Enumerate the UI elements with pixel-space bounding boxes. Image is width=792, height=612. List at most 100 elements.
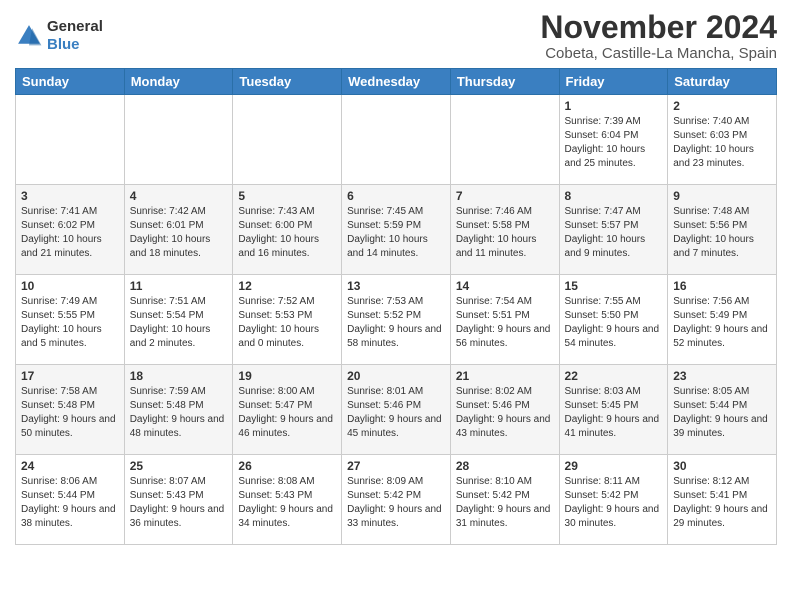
day-info: Sunrise: 8:01 AM Sunset: 5:46 PM Dayligh… [347,385,445,441]
calendar-cell: 3 Sunrise: 7:41 AM Sunset: 6:02 PM Daylig… [16,185,125,275]
day-info: Sunrise: 7:48 AM Sunset: 5:56 PM Dayligh… [673,205,771,261]
day-info: Sunrise: 7:41 AM Sunset: 6:02 PM Dayligh… [21,205,119,261]
logo-text: General Blue [47,18,103,54]
day-info: Sunrise: 8:07 AM Sunset: 5:43 PM Dayligh… [130,475,228,531]
day-info: Sunrise: 7:53 AM Sunset: 5:52 PM Dayligh… [347,295,445,351]
calendar-cell: 15 Sunrise: 7:55 AM Sunset: 5:50 PM Dayli… [559,275,668,365]
weekday-header: Saturday [668,69,777,95]
calendar-cell: 21 Sunrise: 8:02 AM Sunset: 5:46 PM Dayli… [450,365,559,455]
weekday-header: Friday [559,69,668,95]
calendar-cell: 4Sunrise: 7:42 AM Sunset: 6:01 PM Daylig… [124,185,233,275]
calendar-cell: 2 Sunrise: 7:40 AM Sunset: 6:03 PM Daylig… [668,95,777,185]
calendar-cell: 8 Sunrise: 7:47 AM Sunset: 5:57 PM Daylig… [559,185,668,275]
logo: General Blue [15,18,103,54]
day-number: 5 [238,189,336,203]
logo-blue: Blue [47,36,103,54]
calendar-week-row: 10 Sunrise: 7:49 AM Sunset: 5:55 PM Dayli… [16,275,777,365]
day-info: Sunrise: 7:40 AM Sunset: 6:03 PM Dayligh… [673,115,771,171]
page-subtitle: Cobeta, Castille-La Mancha, Spain [540,45,777,62]
day-number: 15 [565,279,663,293]
day-info: Sunrise: 8:00 AM Sunset: 5:47 PM Dayligh… [238,385,336,441]
calendar-cell: 23Sunrise: 8:05 AM Sunset: 5:44 PM Dayli… [668,365,777,455]
calendar-cell: 28Sunrise: 8:10 AM Sunset: 5:42 PM Dayli… [450,455,559,545]
weekday-header: Sunday [16,69,125,95]
calendar-header: SundayMondayTuesdayWednesdayThursdayFrid… [16,69,777,95]
calendar-cell: 16Sunrise: 7:56 AM Sunset: 5:49 PM Dayli… [668,275,777,365]
calendar-cell: 29Sunrise: 8:11 AM Sunset: 5:42 PM Dayli… [559,455,668,545]
calendar-cell: 17Sunrise: 7:58 AM Sunset: 5:48 PM Dayli… [16,365,125,455]
calendar-cell: 13 Sunrise: 7:53 AM Sunset: 5:52 PM Dayli… [342,275,451,365]
calendar-cell: 5 Sunrise: 7:43 AM Sunset: 6:00 PM Daylig… [233,185,342,275]
calendar-cell [450,95,559,185]
day-info: Sunrise: 7:47 AM Sunset: 5:57 PM Dayligh… [565,205,663,261]
calendar-cell: 20 Sunrise: 8:01 AM Sunset: 5:46 PM Dayli… [342,365,451,455]
day-number: 19 [238,369,336,383]
calendar-cell: 7 Sunrise: 7:46 AM Sunset: 5:58 PM Daylig… [450,185,559,275]
page: General Blue November 2024 Cobeta, Casti… [0,0,792,555]
day-number: 22 [565,369,663,383]
calendar-week-row: 17Sunrise: 7:58 AM Sunset: 5:48 PM Dayli… [16,365,777,455]
day-number: 8 [565,189,663,203]
day-number: 1 [565,99,663,113]
calendar-cell: 6 Sunrise: 7:45 AM Sunset: 5:59 PM Daylig… [342,185,451,275]
calendar-week-row: 3 Sunrise: 7:41 AM Sunset: 6:02 PM Daylig… [16,185,777,275]
day-number: 2 [673,99,771,113]
day-info: Sunrise: 7:55 AM Sunset: 5:50 PM Dayligh… [565,295,663,351]
weekday-header: Tuesday [233,69,342,95]
day-info: Sunrise: 7:49 AM Sunset: 5:55 PM Dayligh… [21,295,119,351]
day-info: Sunrise: 8:02 AM Sunset: 5:46 PM Dayligh… [456,385,554,441]
calendar-cell: 18 Sunrise: 7:59 AM Sunset: 5:48 PM Dayli… [124,365,233,455]
day-number: 21 [456,369,554,383]
calendar-cell: 22Sunrise: 8:03 AM Sunset: 5:45 PM Dayli… [559,365,668,455]
day-info: Sunrise: 7:43 AM Sunset: 6:00 PM Dayligh… [238,205,336,261]
day-number: 28 [456,459,554,473]
day-number: 10 [21,279,119,293]
logo-icon [15,22,43,50]
calendar-cell [16,95,125,185]
day-number: 7 [456,189,554,203]
page-title: November 2024 [540,10,777,45]
day-number: 20 [347,369,445,383]
day-number: 25 [130,459,228,473]
calendar-body: 1Sunrise: 7:39 AM Sunset: 6:04 PM Daylig… [16,95,777,545]
day-info: Sunrise: 7:46 AM Sunset: 5:58 PM Dayligh… [456,205,554,261]
day-info: Sunrise: 8:08 AM Sunset: 5:43 PM Dayligh… [238,475,336,531]
day-number: 14 [456,279,554,293]
logo-general: General [47,18,103,36]
day-info: Sunrise: 7:45 AM Sunset: 5:59 PM Dayligh… [347,205,445,261]
day-number: 6 [347,189,445,203]
day-info: Sunrise: 7:54 AM Sunset: 5:51 PM Dayligh… [456,295,554,351]
day-info: Sunrise: 8:11 AM Sunset: 5:42 PM Dayligh… [565,475,663,531]
day-number: 9 [673,189,771,203]
calendar-cell: 11Sunrise: 7:51 AM Sunset: 5:54 PM Dayli… [124,275,233,365]
calendar-cell: 27 Sunrise: 8:09 AM Sunset: 5:42 PM Dayli… [342,455,451,545]
day-number: 11 [130,279,228,293]
calendar-week-row: 24Sunrise: 8:06 AM Sunset: 5:44 PM Dayli… [16,455,777,545]
day-number: 18 [130,369,228,383]
day-number: 3 [21,189,119,203]
day-number: 13 [347,279,445,293]
day-number: 4 [130,189,228,203]
calendar-cell: 26Sunrise: 8:08 AM Sunset: 5:43 PM Dayli… [233,455,342,545]
weekday-row: SundayMondayTuesdayWednesdayThursdayFrid… [16,69,777,95]
calendar-cell: 14 Sunrise: 7:54 AM Sunset: 5:51 PM Dayli… [450,275,559,365]
day-number: 27 [347,459,445,473]
weekday-header: Thursday [450,69,559,95]
day-info: Sunrise: 8:06 AM Sunset: 5:44 PM Dayligh… [21,475,119,531]
calendar-cell: 30 Sunrise: 8:12 AM Sunset: 5:41 PM Dayli… [668,455,777,545]
day-info: Sunrise: 7:52 AM Sunset: 5:53 PM Dayligh… [238,295,336,351]
day-info: Sunrise: 7:58 AM Sunset: 5:48 PM Dayligh… [21,385,119,441]
day-info: Sunrise: 8:12 AM Sunset: 5:41 PM Dayligh… [673,475,771,531]
calendar-cell: 1Sunrise: 7:39 AM Sunset: 6:04 PM Daylig… [559,95,668,185]
day-number: 30 [673,459,771,473]
day-number: 16 [673,279,771,293]
calendar-cell: 12 Sunrise: 7:52 AM Sunset: 5:53 PM Dayli… [233,275,342,365]
day-info: Sunrise: 8:09 AM Sunset: 5:42 PM Dayligh… [347,475,445,531]
weekday-header: Wednesday [342,69,451,95]
calendar: SundayMondayTuesdayWednesdayThursdayFrid… [15,68,777,545]
calendar-cell: 19 Sunrise: 8:00 AM Sunset: 5:47 PM Dayli… [233,365,342,455]
day-number: 12 [238,279,336,293]
header: General Blue November 2024 Cobeta, Casti… [15,10,777,62]
calendar-cell [124,95,233,185]
day-info: Sunrise: 7:59 AM Sunset: 5:48 PM Dayligh… [130,385,228,441]
